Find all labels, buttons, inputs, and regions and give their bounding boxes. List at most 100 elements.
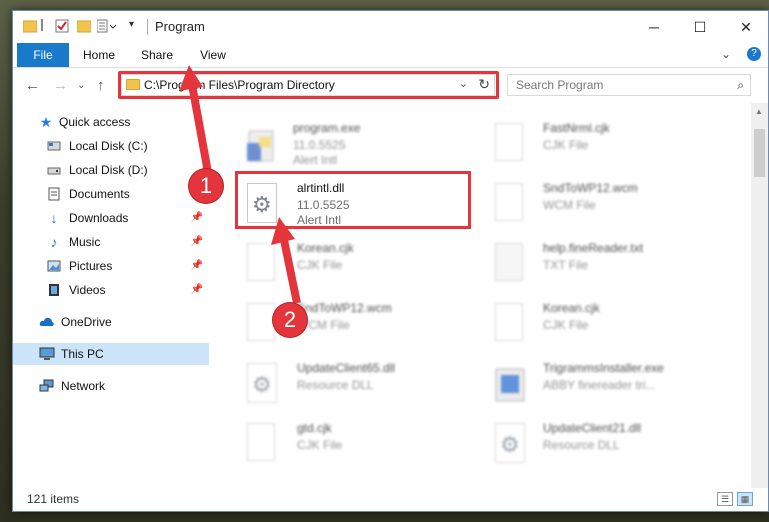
scroll-up-icon[interactable]: ▲: [755, 107, 763, 116]
sidebar-item-pictures[interactable]: Pictures 📌: [13, 255, 209, 277]
sidebar-item-label: This PC: [61, 347, 104, 361]
customize-toolbar-icon[interactable]: ▾: [129, 19, 143, 33]
large-icons-view-icon[interactable]: ▦: [737, 492, 753, 506]
drive-icon: [47, 139, 61, 153]
quick-access-menu-icon[interactable]: [96, 19, 117, 33]
file-item[interactable]: gtd.cjk CJK File: [247, 421, 487, 477]
file-item[interactable]: TrigrammsInstaller.exe ABBY finereader t…: [493, 361, 733, 417]
forward-button[interactable]: →: [53, 77, 68, 94]
file-type: CJK File: [297, 438, 343, 452]
music-note-icon: ♪: [50, 234, 58, 250]
file-type: Resource DLL: [543, 438, 620, 452]
cloud-icon: [39, 315, 54, 329]
pictures-icon: [47, 259, 61, 273]
file-icon: [495, 123, 523, 161]
file-icon: [247, 423, 275, 461]
file-name: SndToWP12.wcm: [543, 181, 638, 195]
videos-icon: [47, 283, 61, 297]
file-name: gtd.cjk: [297, 421, 332, 435]
drive-icon: [47, 163, 61, 177]
sidebar-item-music[interactable]: ♪ Music 📌: [13, 231, 209, 253]
step-2-badge: 2: [273, 303, 307, 337]
sidebar-item-label: Documents: [69, 187, 130, 201]
file-item[interactable]: SndToWP12.wcm WCM File: [493, 181, 733, 237]
new-folder-icon[interactable]: [76, 19, 92, 33]
file-item[interactable]: FastNrml.cjk CJK File: [493, 121, 733, 177]
file-description: Alert Intl: [293, 153, 338, 167]
file-item[interactable]: ⚙ UpdateClient65.dll Resource DLL: [247, 361, 487, 417]
properties-icon[interactable]: [55, 19, 69, 33]
file-name: TrigrammsInstaller.exe: [543, 361, 664, 375]
computer-icon: [39, 347, 55, 361]
dll-gear-icon: ⚙: [495, 423, 525, 463]
minimize-button[interactable]: ─: [631, 11, 677, 43]
gear-icon: ⚙: [252, 372, 272, 397]
file-version: 11.0.5525: [293, 138, 346, 152]
sidebar-item-network[interactable]: Network: [13, 375, 209, 397]
documents-icon: [47, 187, 61, 201]
step-1-badge: 1: [189, 169, 223, 203]
back-button[interactable]: ←: [25, 77, 40, 94]
file-item[interactable]: program.exe 11.0.5525 Alert Intl: [243, 121, 483, 177]
file-name: UpdateClient21.dll: [543, 421, 642, 435]
file-name: UpdateClient65.dll: [297, 361, 396, 375]
file-item[interactable]: help.fineReader.txt TXT File: [493, 241, 733, 297]
file-name: program.exe: [293, 121, 361, 135]
item-count: 121 items: [27, 492, 80, 506]
scrollbar-thumb[interactable]: [754, 129, 765, 177]
explorer-window: ▾ Program ─ ☐ ✕ File Home Share View ⌄ ?…: [12, 10, 769, 512]
sidebar-item-downloads[interactable]: ↓ Downloads 📌: [13, 207, 209, 229]
ribbon-collapse-icon[interactable]: ⌄: [721, 47, 731, 61]
recent-locations-button[interactable]: ⌄: [77, 80, 85, 91]
pin-icon[interactable]: 📌: [191, 207, 203, 229]
pin-icon[interactable]: 📌: [191, 231, 203, 253]
tab-file[interactable]: File: [17, 43, 69, 67]
folder-icon: [22, 19, 38, 33]
file-name: FastNrml.cjk: [543, 121, 610, 135]
sidebar-item-label: Downloads: [69, 211, 129, 225]
search-placeholder[interactable]: Search Program: [516, 78, 603, 92]
pin-icon[interactable]: 📌: [191, 255, 203, 277]
file-type: TXT File: [543, 258, 589, 272]
sidebar-item-label: Pictures: [69, 259, 113, 273]
vertical-scrollbar[interactable]: ▲: [751, 103, 768, 488]
details-view-icon[interactable]: ☰: [717, 492, 733, 506]
sidebar-item-label: Network: [61, 379, 106, 393]
file-name: Korean.cjk: [543, 301, 600, 315]
installer-icon: [493, 363, 527, 407]
help-icon[interactable]: ?: [747, 47, 761, 61]
maximize-button[interactable]: ☐: [677, 11, 723, 43]
dll-gear-icon: ⚙: [247, 363, 277, 403]
star-icon: ★: [39, 114, 53, 130]
tab-home[interactable]: Home: [75, 43, 123, 67]
arrow-2-icon: [271, 217, 301, 304]
file-item[interactable]: Korean.cjk CJK File: [493, 301, 733, 357]
search-icon[interactable]: ⌕: [737, 78, 744, 93]
network-icon: [39, 379, 54, 393]
file-type: WCM File: [543, 198, 596, 212]
title-separator: [147, 19, 148, 35]
sidebar-item-this-pc[interactable]: This PC: [13, 343, 209, 365]
sidebar-item-label: Music: [69, 235, 101, 249]
file-type: Resource DLL: [297, 378, 374, 392]
sidebar-item-label: Quick access: [59, 115, 131, 129]
screenshot-stage: ▾ Program ─ ☐ ✕ File Home Share View ⌄ ?…: [0, 0, 769, 522]
file-item[interactable]: ⚙ UpdateClient21.dll Resource DLL: [493, 421, 733, 477]
sidebar-item-videos[interactable]: Videos 📌: [13, 279, 209, 301]
file-description: ABBY finereader tri...: [543, 378, 656, 392]
download-arrow-icon: ↓: [50, 210, 58, 226]
sidebar-item-label: OneDrive: [61, 315, 112, 329]
close-button[interactable]: ✕: [723, 11, 769, 43]
sidebar-item-label: Videos: [69, 283, 106, 297]
search-box[interactable]: Search Program ⌕: [507, 74, 751, 96]
file-type: CJK File: [543, 318, 589, 332]
pin-icon[interactable]: 📌: [191, 279, 203, 301]
ribbon-tabs: File Home Share View ⌄ ?: [13, 43, 768, 68]
up-button[interactable]: ↑: [97, 77, 105, 94]
window-title: Program: [155, 19, 205, 34]
title-bar: ▾ Program ─ ☐ ✕: [13, 11, 768, 43]
exe-icon: [243, 123, 277, 167]
file-icon: [495, 303, 523, 341]
file-icon: [495, 183, 523, 221]
sidebar-item-onedrive[interactable]: OneDrive: [13, 311, 209, 333]
